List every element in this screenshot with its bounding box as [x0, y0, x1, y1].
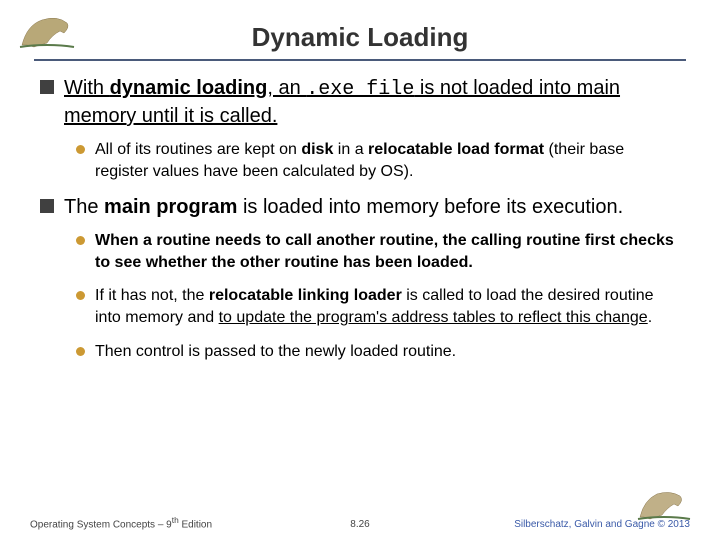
disc-bullet-icon: [76, 145, 85, 154]
bullet-2b-text: If it has not, the relocatable linking l…: [95, 285, 680, 328]
bullet-2: The main program is loaded into memory b…: [40, 194, 680, 220]
bullet-1-text: With dynamic loading, an .exe file is no…: [64, 75, 680, 129]
disc-bullet-icon: [76, 291, 85, 300]
bullet-2b: If it has not, the relocatable linking l…: [76, 285, 680, 328]
bullet-2a: When a routine needs to call another rou…: [76, 230, 680, 273]
slide-title: Dynamic Loading: [0, 0, 720, 59]
disc-bullet-icon: [76, 347, 85, 356]
bullet-2-text: The main program is loaded into memory b…: [64, 194, 623, 220]
footer-left: Operating System Concepts – 9th Edition: [30, 515, 212, 530]
footer-right: Silberschatz, Galvin and Gagne © 2013: [514, 519, 690, 530]
square-bullet-icon: [40, 80, 54, 94]
bullet-2a-text: When a routine needs to call another rou…: [95, 230, 680, 273]
bullet-1a: All of its routines are kept on disk in …: [76, 139, 680, 182]
bullet-1: With dynamic loading, an .exe file is no…: [40, 75, 680, 129]
bullet-1a-text: All of its routines are kept on disk in …: [95, 139, 680, 182]
slide-content: With dynamic loading, an .exe file is no…: [0, 61, 720, 362]
dinosaur-logo-top: [12, 5, 82, 50]
footer-center: 8.26: [350, 519, 369, 530]
square-bullet-icon: [40, 199, 54, 213]
bullet-2c: Then control is passed to the newly load…: [76, 341, 680, 363]
bullet-2c-text: Then control is passed to the newly load…: [95, 341, 456, 363]
disc-bullet-icon: [76, 236, 85, 245]
